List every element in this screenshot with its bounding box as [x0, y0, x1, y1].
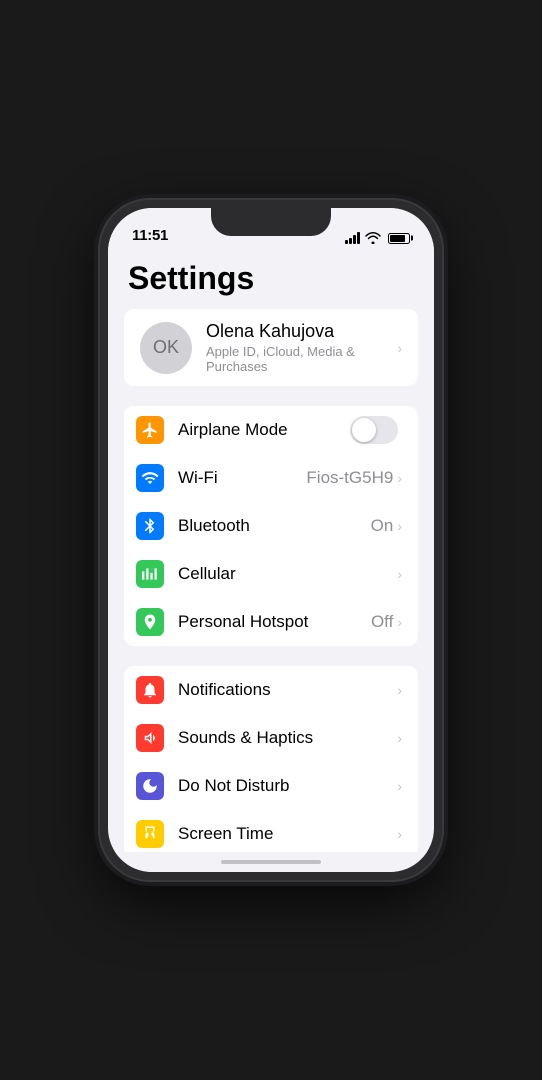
screentime-icon — [136, 820, 164, 848]
wifi-icon — [136, 464, 164, 492]
home-bar — [221, 860, 321, 864]
sounds-label: Sounds & Haptics — [178, 728, 397, 748]
bluetooth-value: On — [371, 516, 394, 536]
status-icons — [345, 232, 410, 244]
wifi-status-icon — [365, 232, 381, 244]
screentime-chevron: › — [397, 826, 402, 842]
dnd-item[interactable]: Do Not Disturb › — [124, 762, 418, 810]
hotspot-icon — [136, 608, 164, 636]
status-time: 11:51 — [132, 227, 168, 244]
avatar: OK — [140, 322, 192, 374]
notifications-item[interactable]: Notifications › — [124, 666, 418, 714]
hotspot-chevron: › — [397, 614, 402, 630]
dnd-chevron: › — [397, 778, 402, 794]
page-title: Settings — [108, 252, 434, 309]
profile-name: Olena Kahujova — [206, 321, 397, 342]
notifications-group: Notifications › Sounds & Haptics › — [124, 666, 418, 852]
profile-chevron: › — [397, 340, 402, 356]
airplane-mode-item[interactable]: Airplane Mode — [124, 406, 418, 454]
bluetooth-chevron: › — [397, 518, 402, 534]
airplane-mode-icon — [136, 416, 164, 444]
wifi-item[interactable]: Wi-Fi Fios-tG5H9 › — [124, 454, 418, 502]
profile-row[interactable]: OK Olena Kahujova Apple ID, iCloud, Medi… — [124, 309, 418, 386]
settings-content[interactable]: Settings OK Olena Kahujova Apple ID, iCl… — [108, 252, 434, 852]
connectivity-group: Airplane Mode Wi-Fi Fios-tG5H9 › — [124, 406, 418, 646]
airplane-mode-label: Airplane Mode — [178, 420, 350, 440]
status-bar: 11:51 — [108, 208, 434, 252]
notifications-label: Notifications — [178, 680, 397, 700]
cellular-icon — [136, 560, 164, 588]
cellular-label: Cellular — [178, 564, 397, 584]
bluetooth-item[interactable]: Bluetooth On › — [124, 502, 418, 550]
airplane-mode-toggle[interactable] — [350, 416, 398, 444]
sounds-chevron: › — [397, 730, 402, 746]
battery-icon — [388, 233, 410, 244]
screentime-label: Screen Time — [178, 824, 397, 844]
cellular-item[interactable]: Cellular › — [124, 550, 418, 598]
profile-section: OK Olena Kahujova Apple ID, iCloud, Medi… — [108, 309, 434, 386]
profile-subtitle: Apple ID, iCloud, Media & Purchases — [206, 344, 397, 374]
dnd-icon — [136, 772, 164, 800]
notifications-chevron: › — [397, 682, 402, 698]
signal-icon — [345, 232, 360, 244]
notifications-section: Notifications › Sounds & Haptics › — [108, 666, 434, 852]
wifi-chevron: › — [397, 470, 402, 486]
sounds-item[interactable]: Sounds & Haptics › — [124, 714, 418, 762]
dnd-label: Do Not Disturb — [178, 776, 397, 796]
bluetooth-icon — [136, 512, 164, 540]
phone-frame: 11:51 — [100, 200, 442, 880]
hotspot-item[interactable]: Personal Hotspot Off › — [124, 598, 418, 646]
wifi-label: Wi-Fi — [178, 468, 306, 488]
notifications-icon — [136, 676, 164, 704]
screen: 11:51 — [108, 208, 434, 872]
home-indicator — [108, 852, 434, 872]
wifi-value: Fios-tG5H9 — [306, 468, 393, 488]
connectivity-section: Airplane Mode Wi-Fi Fios-tG5H9 › — [108, 406, 434, 646]
hotspot-value: Off — [371, 612, 393, 632]
screentime-item[interactable]: Screen Time › — [124, 810, 418, 852]
bluetooth-label: Bluetooth — [178, 516, 371, 536]
notch — [211, 208, 331, 236]
cellular-chevron: › — [397, 566, 402, 582]
hotspot-label: Personal Hotspot — [178, 612, 371, 632]
sounds-icon — [136, 724, 164, 752]
profile-info: Olena Kahujova Apple ID, iCloud, Media &… — [206, 321, 397, 374]
